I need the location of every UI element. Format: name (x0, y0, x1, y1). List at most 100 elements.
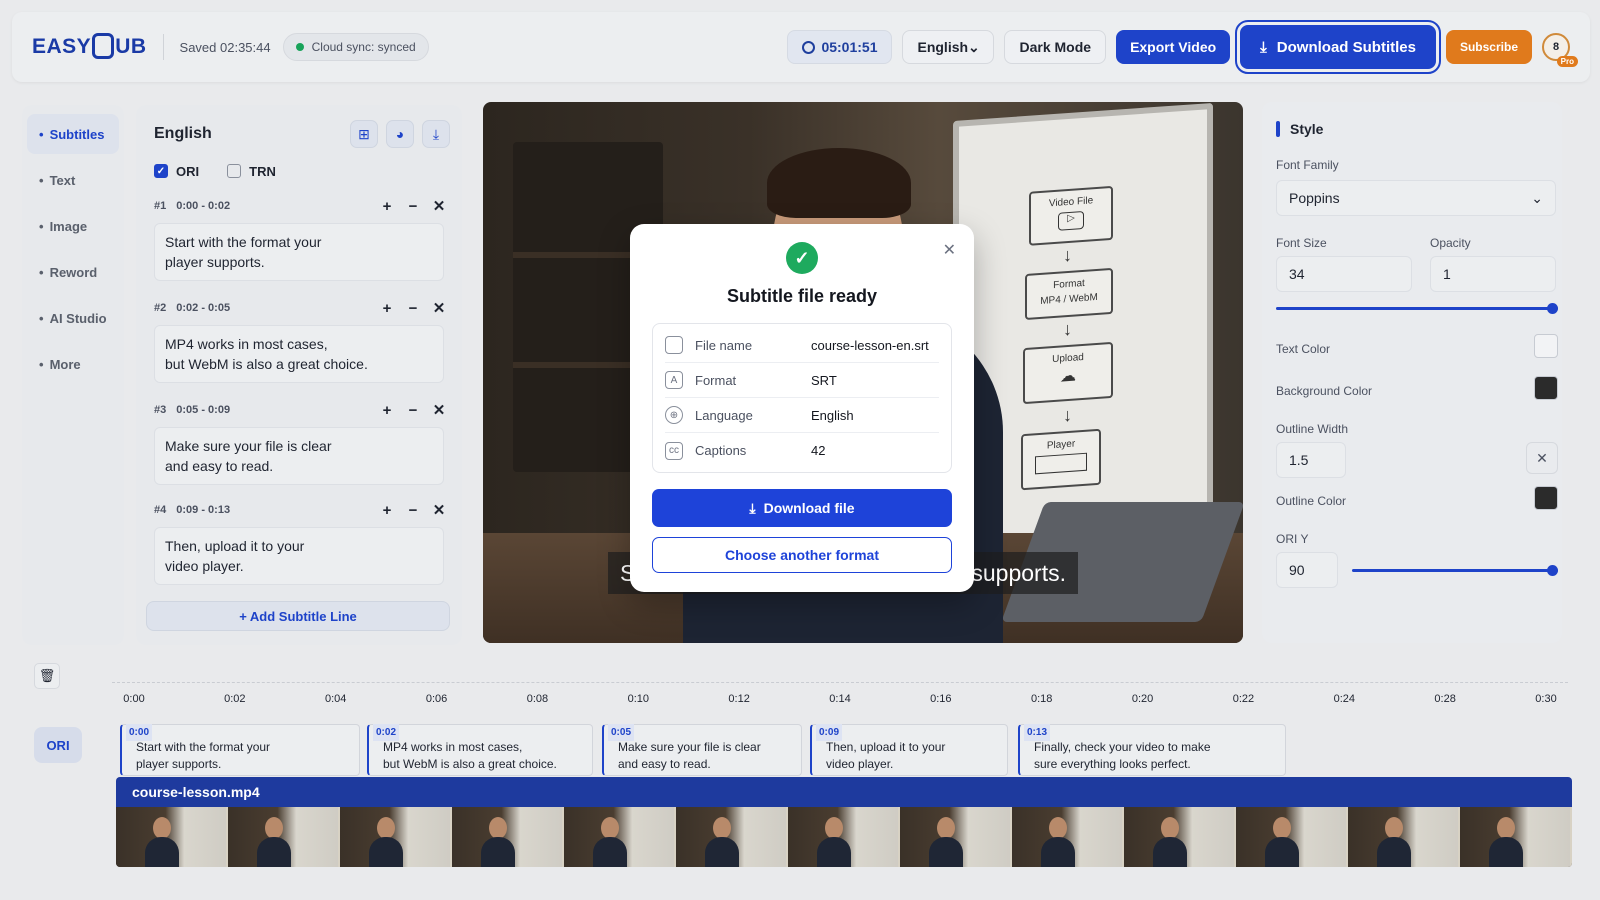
trn-checkbox[interactable] (227, 164, 242, 178)
bullet-icon: • (39, 126, 44, 142)
style-title-label: Style (1290, 121, 1324, 137)
time-tick-label: 0:28 (1434, 693, 1456, 705)
font-family-select[interactable]: Poppins ⌄ (1276, 180, 1556, 216)
opacity-label: Opacity (1430, 236, 1471, 250)
close-icon[interactable]: ✕ (428, 197, 450, 215)
time-ruler: 0:00 0:02 0:04 0:06 0:08 0:10 0:12 0:14 0:16 0:18… (112, 693, 1568, 713)
file-icon (665, 336, 683, 354)
logo-suffix: UB (115, 35, 147, 58)
export-video-button[interactable]: Export Video (1116, 30, 1231, 64)
sidebar-item-ai-studio[interactable]: • AI Studio (27, 298, 119, 338)
plus-icon[interactable]: + (376, 300, 398, 317)
time-tick-label: 0:12 (728, 693, 750, 705)
subtitles-panel: English ⊞ ◕ ⤓ ✓ ORI TRN #1 0:00 - 0:02 +… (136, 105, 462, 645)
timeline-clip[interactable]: 0:00 Start with the format your player s… (120, 724, 360, 776)
logo-prefix: EASY (32, 35, 92, 58)
plus-icon[interactable]: + (376, 402, 398, 419)
clip-line: Make sure your file is clear (618, 740, 761, 754)
app-logo[interactable]: EASY UB (32, 33, 147, 60)
info-row: ⊕ Language English (665, 398, 939, 433)
cue-time: 0:00 - 0:02 (176, 200, 231, 212)
timeline-clip[interactable]: 0:13 Finally, check your video to make s… (1018, 724, 1286, 776)
play-icon: ▷ (1058, 210, 1084, 231)
avatar[interactable]: 8 Pro (1542, 33, 1578, 67)
ori-y-input[interactable]: 90 (1276, 552, 1338, 588)
timeline-clip[interactable]: 0:09 Then, upload it to your video playe… (810, 724, 1008, 776)
subscribe-button[interactable]: Subscribe (1445, 30, 1532, 64)
cue-line: Start with the format your (165, 234, 322, 250)
plus-icon[interactable]: + (376, 198, 398, 215)
time-remaining[interactable]: 05:01:51 (787, 30, 893, 64)
time-tick-label: 0:10 (627, 693, 649, 705)
timeline-clip[interactable]: 0:02 MP4 works in most cases, but WebM i… (367, 724, 593, 776)
minus-icon[interactable]: − (402, 402, 424, 419)
font-size-input[interactable]: 34 (1276, 256, 1412, 292)
ori-track-button[interactable]: ORI (34, 727, 82, 763)
cue-text-field[interactable]: MP4 works in most cases, but WebM is als… (154, 325, 444, 383)
close-icon[interactable]: ✕ (428, 501, 450, 519)
clock-icon (802, 40, 816, 54)
cue-number: #3 (154, 404, 167, 416)
download-subtitles-button[interactable]: ⤓ Download Subtitles (1235, 20, 1441, 74)
download-file-button[interactable]: ⤓ Download file (652, 489, 952, 527)
add-subtitle-line-button[interactable]: + Add Subtitle Line (146, 601, 450, 631)
minus-icon[interactable]: − (402, 300, 424, 317)
ori-checkbox[interactable]: ✓ (154, 164, 168, 178)
subtitle-cue: #1 0:00 - 0:02 + − ✕ Start with the form… (148, 193, 450, 281)
subtitles-header: English ⊞ ◕ ⤓ (148, 115, 450, 153)
slider-handle[interactable] (1547, 303, 1558, 314)
cue-line: and easy to read. (165, 458, 274, 474)
close-icon[interactable]: ✕ (428, 299, 450, 317)
sidebar-item-image[interactable]: • Image (27, 206, 119, 246)
cue-time: 0:05 - 0:09 (176, 404, 231, 416)
timeline: 🗑 0:00 0:02 0:04 0:06 0:08 0:10 0:12 0:14 0:16 0:… (12, 655, 1590, 895)
sidebar-item-more[interactable]: • More (27, 344, 119, 384)
ori-y-slider[interactable] (1352, 564, 1558, 578)
sidebar-item-reword[interactable]: • Reword (27, 252, 119, 292)
video-track-bar[interactable]: course-lesson.mp4 (116, 777, 1572, 807)
video-filmstrip[interactable] (116, 807, 1572, 867)
dialog-title: Subtitle file ready (726, 286, 878, 306)
palette-icon[interactable]: ◕ (386, 120, 414, 148)
text-color-swatch[interactable] (1534, 334, 1558, 358)
opacity-slider[interactable] (1276, 302, 1558, 316)
cue-header: #3 0:05 - 0:09 + − ✕ (148, 397, 450, 423)
font-size-label: Font Size (1276, 236, 1327, 250)
choose-another-format-button[interactable]: Choose another format (652, 537, 952, 573)
arrow-down-icon: ↓ (1063, 404, 1072, 426)
language-select[interactable]: English ⌄ (902, 30, 995, 64)
outline-color-swatch[interactable] (1534, 486, 1558, 510)
timer-label: 05:01:51 (821, 39, 878, 55)
dark-mode-button[interactable]: Dark Mode (1004, 30, 1107, 64)
trash-icon[interactable]: 🗑 (34, 663, 60, 689)
video-frame-thumbnail (1236, 807, 1348, 867)
cue-line: MP4 works in most cases, (165, 336, 328, 352)
grid-icon[interactable]: ⊞ (350, 120, 378, 148)
close-icon[interactable]: ✕ (428, 401, 450, 419)
info-key: File name (695, 337, 753, 353)
slider-handle[interactable] (1547, 565, 1558, 576)
language-value: English (917, 39, 969, 55)
timeline-clip[interactable]: 0:05 Make sure your file is clear and ea… (602, 724, 802, 776)
video-frame-thumbnail (452, 807, 564, 867)
bullet-icon: • (39, 310, 44, 326)
sidebar-item-label: More (49, 356, 81, 372)
background-color-swatch[interactable] (1534, 376, 1558, 400)
cue-text-field[interactable]: Start with the format your player suppor… (154, 223, 444, 281)
cue-text-field[interactable]: Make sure your file is clear and easy to… (154, 427, 444, 485)
clear-outline-icon[interactable]: ✕ (1526, 442, 1558, 474)
cue-line: player supports. (165, 254, 265, 270)
sidebar-item-subtitles[interactable]: • Subtitles (27, 114, 119, 154)
download-icon[interactable]: ⤓ (422, 120, 450, 148)
info-key: Language (695, 407, 753, 423)
plus-icon[interactable]: + (376, 502, 398, 519)
cue-text-field[interactable]: Then, upload it to your video player. (154, 527, 444, 585)
video-frame-thumbnail (788, 807, 900, 867)
minus-icon[interactable]: − (402, 198, 424, 215)
logo-mark-icon (92, 33, 115, 59)
outline-width-input[interactable]: 1.5 (1276, 442, 1346, 478)
close-icon[interactable]: ✕ (943, 240, 956, 260)
minus-icon[interactable]: − (402, 502, 424, 519)
sidebar-item-text[interactable]: • Text (27, 160, 119, 200)
opacity-input[interactable]: 1 (1430, 256, 1556, 292)
